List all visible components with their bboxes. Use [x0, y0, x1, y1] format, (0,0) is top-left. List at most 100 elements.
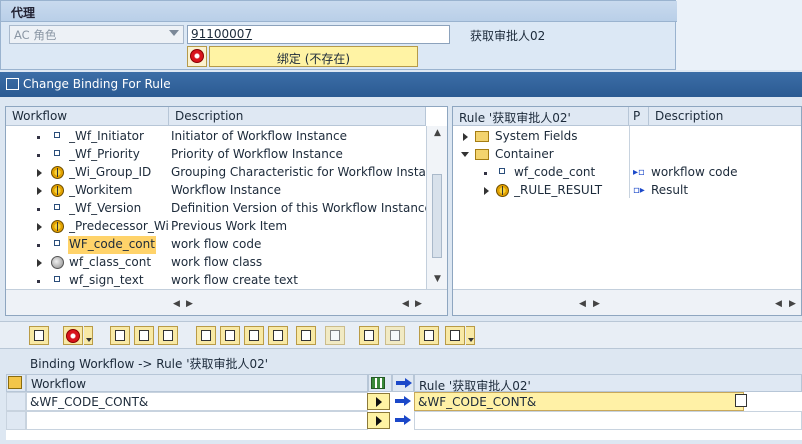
- tree-row-wi-group-id[interactable]: _Wi_Group_ID Grouping Characteristic for …: [6, 164, 447, 182]
- binding-label: Binding Workflow -> Rule '获取审批人02': [30, 357, 269, 371]
- rule-description-column-header[interactable]: Description: [649, 107, 801, 126]
- find-button[interactable]: [359, 326, 379, 345]
- scroll-right-icon[interactable]: ▶: [186, 299, 193, 309]
- new-button[interactable]: [196, 326, 216, 345]
- scroll-right-icon[interactable]: ▶: [789, 299, 796, 309]
- copy-icon: [163, 330, 173, 341]
- row-selector[interactable]: [6, 392, 26, 411]
- value-help-icon[interactable]: [735, 394, 747, 407]
- tree-row-wf-sign-text[interactable]: wf_sign_text work flow create text: [6, 272, 447, 290]
- tree-row-name: _Predecessor_Wi: [69, 219, 169, 233]
- move-up-button[interactable]: [29, 326, 49, 345]
- object-icon: [496, 184, 509, 197]
- scroll-left-icon[interactable]: ◀: [775, 299, 782, 309]
- chevron-down-icon[interactable]: [169, 30, 179, 36]
- tree-row-name: _RULE_RESULT: [514, 183, 603, 197]
- expand-icon[interactable]: [37, 259, 42, 267]
- scroll-right-icon[interactable]: ▶: [593, 299, 600, 309]
- binding-rule-cell[interactable]: [414, 411, 802, 430]
- expand-icon[interactable]: [463, 133, 468, 141]
- collapse-icon[interactable]: [461, 152, 469, 157]
- binding-execute-button[interactable]: [367, 412, 390, 429]
- expand-icon[interactable]: [37, 187, 42, 195]
- duplicate-button[interactable]: [268, 326, 288, 345]
- tree-row-desc: Grouping Characteristic for Workflow Ins…: [171, 165, 426, 179]
- copy-button[interactable]: [158, 326, 178, 345]
- horizontal-scrollbar[interactable]: ◀ ▶ ◀ ▶: [6, 289, 447, 315]
- tree-row-desc: Workflow Instance: [171, 183, 281, 197]
- print-icon: [424, 330, 434, 341]
- export-button[interactable]: [445, 326, 465, 345]
- scroll-right-icon[interactable]: ▶: [415, 299, 422, 309]
- expand-icon[interactable]: [37, 169, 42, 177]
- tree-row-name: Container: [495, 147, 554, 161]
- export-menu-button[interactable]: [466, 326, 475, 345]
- redo-button[interactable]: [325, 326, 345, 345]
- element-icon: [54, 150, 60, 156]
- export-icon: [450, 330, 460, 341]
- tree-row-wf-code-cont[interactable]: WF_code_cont work flow code: [6, 236, 447, 254]
- delete-row-icon: [249, 330, 259, 341]
- tree-row-rule-wf-code-cont[interactable]: wf_code_cont ▸▫ workflow code: [453, 164, 801, 182]
- binding-toolbar: [0, 321, 802, 349]
- tree-row-wf-initiator[interactable]: _Wf_Initiator Initiator of Workflow Insta…: [6, 128, 447, 146]
- tree-row-container[interactable]: Container: [453, 146, 801, 164]
- tree-row-desc: Definition Version of this Workflow Inst…: [171, 201, 426, 215]
- agent-description: 获取审批人02: [470, 29, 546, 43]
- delete-button[interactable]: [63, 326, 83, 345]
- expand-icon[interactable]: [484, 187, 489, 195]
- horizontal-scrollbar[interactable]: ◀ ▶ ◀ ▶: [453, 289, 801, 315]
- find-next-button[interactable]: [385, 326, 405, 345]
- scroll-left-icon[interactable]: ◀: [173, 299, 180, 309]
- tree-row-workitem[interactable]: _Workitem Workflow Instance: [6, 182, 447, 200]
- binding-workflow-cell[interactable]: [26, 411, 368, 430]
- tree-row-desc: work flow create text: [171, 273, 298, 287]
- undo-icon: [301, 330, 311, 341]
- insert-row-button[interactable]: [220, 326, 240, 345]
- scroll-thumb[interactable]: [432, 174, 442, 258]
- p-column-header[interactable]: P: [629, 107, 649, 126]
- tree-row-wf-priority[interactable]: _Wf_Priority Priority of Workflow Instanc…: [6, 146, 447, 164]
- tree-row-predecessor-wi[interactable]: _Predecessor_Wi Previous Work Item: [6, 218, 447, 236]
- tree-row-system-fields[interactable]: System Fields: [453, 128, 801, 146]
- agent-type-select[interactable]: AC 角色: [9, 25, 184, 44]
- agent-id-input[interactable]: 91100007: [187, 25, 450, 44]
- binding-table: Workflow Rule '获取审批人02' &WF_CODE_CONT& &…: [6, 374, 802, 440]
- tree-row-name: _Wi_Group_ID: [69, 165, 152, 179]
- class-icon: [51, 256, 64, 269]
- object-icon: [51, 184, 64, 197]
- binding-rule-cell[interactable]: &WF_CODE_CONT&: [414, 392, 744, 411]
- tree-row-wf-version[interactable]: _Wf_Version Definition Version of this Wo…: [6, 200, 447, 218]
- description-column-header[interactable]: Description: [169, 107, 426, 126]
- delete-menu-button[interactable]: [84, 326, 93, 345]
- bind-button[interactable]: 绑定 (不存在): [209, 46, 418, 67]
- select-all-button[interactable]: [6, 374, 26, 392]
- scroll-down-icon[interactable]: ▼: [434, 274, 441, 284]
- binding-type-header[interactable]: [368, 374, 392, 392]
- tree-row-name: _Wf_Priority: [69, 147, 140, 161]
- row-selector[interactable]: [6, 411, 26, 430]
- duplicate-icon: [273, 330, 283, 341]
- paste-button[interactable]: [110, 326, 130, 345]
- element-icon: [54, 276, 60, 282]
- scroll-left-icon[interactable]: ◀: [579, 299, 586, 309]
- import-icon: ▸▫: [633, 167, 645, 178]
- undo-button[interactable]: [187, 46, 207, 67]
- cut-button[interactable]: [134, 326, 154, 345]
- print-button[interactable]: [419, 326, 439, 345]
- folder-open-icon: [475, 149, 489, 160]
- expand-icon[interactable]: [37, 223, 42, 231]
- vertical-scrollbar[interactable]: ▲ ▼: [426, 126, 447, 289]
- tree-row-rule-result[interactable]: _RULE_RESULT ▫▸ Result: [453, 182, 801, 200]
- workflow-column-header[interactable]: Workflow: [6, 107, 169, 126]
- binding-execute-button[interactable]: [367, 393, 390, 410]
- delete-row-button[interactable]: [244, 326, 264, 345]
- rule-column-header[interactable]: Rule '获取审批人02': [453, 107, 629, 126]
- tree-row-wf-class-cont[interactable]: wf_class_cont work flow class: [6, 254, 447, 272]
- undo-edit-button[interactable]: [296, 326, 316, 345]
- arrow-right-icon: [395, 415, 411, 425]
- scroll-up-icon[interactable]: ▲: [434, 128, 441, 138]
- scroll-left-icon[interactable]: ◀: [402, 299, 409, 309]
- redo-icon: [330, 330, 340, 341]
- binding-workflow-cell[interactable]: &WF_CODE_CONT&: [26, 392, 368, 411]
